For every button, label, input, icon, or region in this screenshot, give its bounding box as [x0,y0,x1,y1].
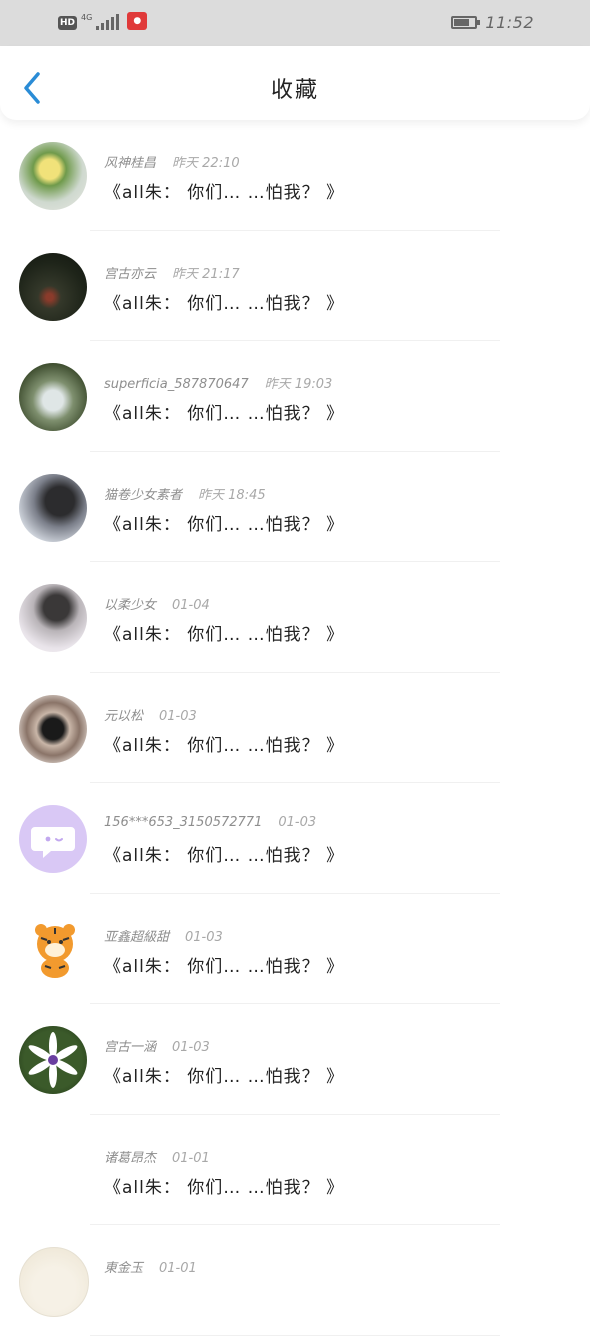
item-title: 《all朱： 你们… …怕我？ 》 [104,735,345,756]
lily-icon [28,1032,78,1088]
list-item[interactable]: 宫古亦云 昨天 21:17 《all朱： 你们… …怕我？ 》 [0,231,590,342]
avatar [19,252,87,321]
user-name: superficia_587870647 [104,377,249,392]
item-title: 《all朱： 你们… …怕我？ 》 [104,625,345,645]
user-name: 宫古亦云 [104,266,157,282]
item-title: 《all朱： 你们… …怕我？ 》 [104,956,345,977]
status-icons-left: HD 4G ● [58,12,148,30]
item-time: 01-01 [172,1150,210,1166]
item-time: 昨天 22:10 [172,156,240,171]
nav-header: 收藏 [0,46,590,120]
user-name: 宫古一涵 [104,1040,157,1055]
tiger-icon [35,923,75,978]
item-time: 01-01 [159,1261,197,1276]
user-name: 亚鑫超級甜 [104,929,170,945]
item-title: 《all朱： 你们… …怕我？ 》 [104,1067,345,1087]
item-title: 《all朱： 你们… …怕我？ 》 [104,1177,345,1198]
status-icons-right: 11:52 [451,13,534,32]
status-bar: HD 4G ● 11:52 [0,0,590,46]
item-time: 01-03 [159,708,197,724]
network-type: 4G [81,13,93,22]
item-time: 昨天 18:45 [198,487,266,503]
item-title: 《all朱： 你们… …怕我？ 》 [104,404,345,424]
page-title: 收藏 [270,78,319,103]
battery-icon [451,16,481,29]
item-time: 01-03 [172,1040,210,1055]
user-name: 元以松 [104,708,144,724]
app-notification-icon: ● [127,12,148,30]
item-title: 《all朱： 你们… …怕我？ 》 [104,293,345,314]
user-name: 风神桂昌 [104,156,157,171]
list-item[interactable]: superficia_587870647 昨天 19:03 《all朱： 你们… … [0,341,590,452]
avatar [19,915,87,984]
avatar [19,1136,87,1205]
avatar [19,473,87,542]
item-title: 《all朱： 你们… …怕我？ 》 [104,514,345,535]
avatar [19,1247,89,1317]
avatar [19,584,87,652]
avatar [19,363,87,431]
favorites-list: 风神桂昌 昨天 22:10 《all朱： 你们… …怕我？ 》 宫古亦云 昨天 21… [0,120,590,1336]
list-item[interactable]: 156***653_3150572771 01-03 《all朱： 你们… …怕我… [0,783,590,894]
avatar [19,694,87,763]
item-time: 01-03 [185,929,223,945]
hd-badge: HD [58,16,78,30]
chat-bubble-icon [31,827,75,858]
list-item[interactable]: 宫古一涵 01-03 《all朱： 你们… …怕我？ 》 [0,1004,590,1115]
item-time: 昨天 21:17 [172,266,240,282]
avatar [19,805,87,873]
list-item[interactable]: 诸葛昂杰 01-01 《all朱： 你们… …怕我？ 》 [0,1115,590,1226]
signal-icon [96,14,120,30]
user-name: 東金玉 [104,1261,144,1276]
avatar [19,142,87,210]
avatar [19,1026,87,1094]
list-item[interactable]: 以柔少女 01-04 《all朱： 你们… …怕我？ 》 [0,562,590,673]
list-item[interactable]: 元以松 01-03 《all朱： 你们… …怕我？ 》 [0,673,590,784]
item-time: 01-03 [278,815,317,830]
user-name: 以柔少女 [104,598,157,613]
list-item[interactable]: 风神桂昌 昨天 22:10 《all朱： 你们… …怕我？ 》 [0,120,590,231]
user-name: 诸葛昂杰 [104,1150,157,1166]
user-name: 156***653_3150572771 [104,815,263,830]
list-item[interactable]: 東金玉 01-01 [0,1225,590,1336]
item-time: 01-04 [172,598,210,613]
status-time: 11:52 [485,13,534,32]
item-time: 昨天 19:03 [264,377,333,392]
user-name: 猫卷少女素者 [104,487,183,503]
item-title: 《all朱： 你们… …怕我？ 》 [104,183,345,203]
list-item[interactable]: 猫卷少女素者 昨天 18:45 《all朱： 你们… …怕我？ 》 [0,452,590,563]
item-title: 《all朱： 你们… …怕我？ 》 [104,846,345,866]
list-item[interactable]: 亚鑫超級甜 01-03 《all朱： 你们… …怕我？ 》 [0,894,590,1005]
